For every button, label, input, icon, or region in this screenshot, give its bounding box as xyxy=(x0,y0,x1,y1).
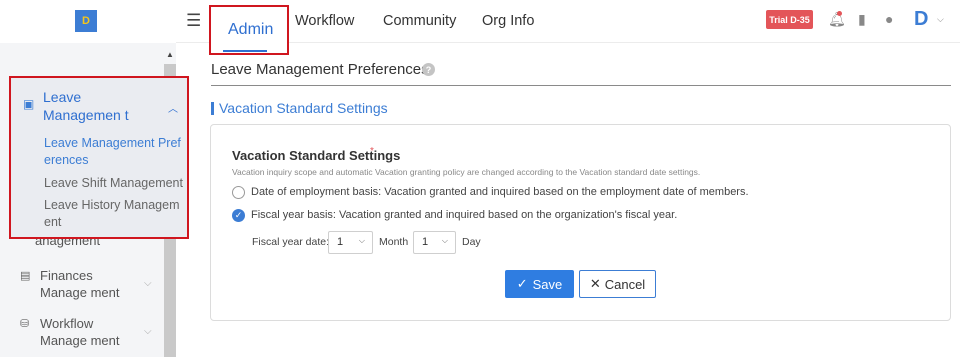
active-tab-indicator xyxy=(223,50,267,52)
help-icon[interactable]: ● xyxy=(885,11,893,27)
section-title: Vacation Standard Settings xyxy=(219,100,388,116)
setting-description: Vacation inquiry scope and automatic Vac… xyxy=(232,167,701,177)
radio-fiscal-year[interactable]: ✓ xyxy=(232,209,245,222)
document-icon: ▤ xyxy=(20,270,31,282)
leave-management-menu: ▣ Leave Managemen t ︿ Leave Management P… xyxy=(9,76,189,239)
tab-admin[interactable]: Admin xyxy=(228,21,273,39)
sidebar-item-leave-management[interactable]: ▣ Leave Managemen t ︿ xyxy=(23,88,183,124)
divider xyxy=(211,85,951,86)
day-select[interactable]: 1 ⌵ xyxy=(413,231,456,254)
sidebar-item-label: Workflow Manage ment xyxy=(40,316,120,348)
cancel-button[interactable]: ✕ Cancel xyxy=(579,270,656,298)
fiscal-year-date-label: Fiscal year date: xyxy=(252,236,330,248)
chevron-down-icon[interactable]: ⌵ xyxy=(937,14,944,25)
tab-org-info[interactable]: Org Info xyxy=(482,13,534,29)
tab-workflow[interactable]: Workflow xyxy=(295,13,354,29)
calendar-icon: ▣ xyxy=(23,97,35,111)
bookmark-icon[interactable]: ▮ xyxy=(858,11,866,28)
trial-badge[interactable]: Trial D-35 xyxy=(766,10,813,29)
check-icon: ✓ xyxy=(516,276,528,291)
question-icon[interactable]: ? xyxy=(422,63,435,76)
month-select[interactable]: 1 ⌵ xyxy=(328,231,373,254)
section-marker xyxy=(211,102,214,115)
chevron-down-icon: ⌵ xyxy=(144,326,152,337)
avatar[interactable]: D xyxy=(914,8,928,31)
month-label: Month xyxy=(379,236,409,248)
tab-community[interactable]: Community xyxy=(383,13,456,29)
logo-area: D xyxy=(0,0,176,43)
radio-employment-date[interactable] xyxy=(232,186,245,199)
day-label: Day xyxy=(462,236,481,248)
scroll-up-arrow-icon[interactable]: ▲ xyxy=(164,44,176,64)
save-button[interactable]: ✓ Save xyxy=(505,270,574,298)
chevron-down-icon: ⌵ xyxy=(441,236,448,245)
day-select-value: 1 xyxy=(422,236,429,248)
hamburger-menu-icon[interactable]: ☰ xyxy=(186,11,201,31)
chevron-up-icon: ︿ xyxy=(168,104,178,115)
month-select-value: 1 xyxy=(337,236,344,248)
submenu-leave-history-management[interactable]: Leave History Managem ent xyxy=(44,197,184,231)
company-logo[interactable]: D xyxy=(75,10,97,32)
setting-title: Vacation Standard Settings xyxy=(232,148,401,163)
chevron-down-icon: ⌵ xyxy=(144,278,152,289)
check-icon: ✓ xyxy=(234,210,243,220)
save-button-label: Save xyxy=(532,276,563,292)
cancel-button-label: Cancel xyxy=(604,276,646,292)
radio-label-fiscal-year[interactable]: Fiscal year basis: Vacation granted and … xyxy=(251,209,677,221)
chevron-down-icon: ⌵ xyxy=(358,236,365,245)
radio-label-employment-date[interactable]: Date of employment basis: Vacation grant… xyxy=(251,186,749,198)
sidebar-item-finances[interactable]: ▤ Finances Manage ment ⌵ xyxy=(0,267,164,301)
top-navigation-bar: ☰ Admin Workflow Community Org Info Tria… xyxy=(176,0,960,55)
submenu-leave-shift-management[interactable]: Leave Shift Management xyxy=(44,175,184,192)
required-mark: * xyxy=(370,146,374,157)
database-icon: ⛁ xyxy=(20,318,30,330)
close-icon: ✕ xyxy=(589,276,601,291)
sidebar-item-label: Leave Managemen t xyxy=(43,89,129,123)
page-title: Leave Management Preferences xyxy=(211,61,429,78)
sidebar-item-label: Finances Manage ment xyxy=(40,268,120,300)
tab-admin-highlight[interactable]: Admin xyxy=(209,5,289,55)
submenu-leave-management-preferences[interactable]: Leave Management Pref erences xyxy=(44,135,184,169)
notification-dot xyxy=(837,11,842,16)
sidebar-item-workflow[interactable]: ⛁ Workflow Manage ment ⌵ xyxy=(0,315,164,349)
